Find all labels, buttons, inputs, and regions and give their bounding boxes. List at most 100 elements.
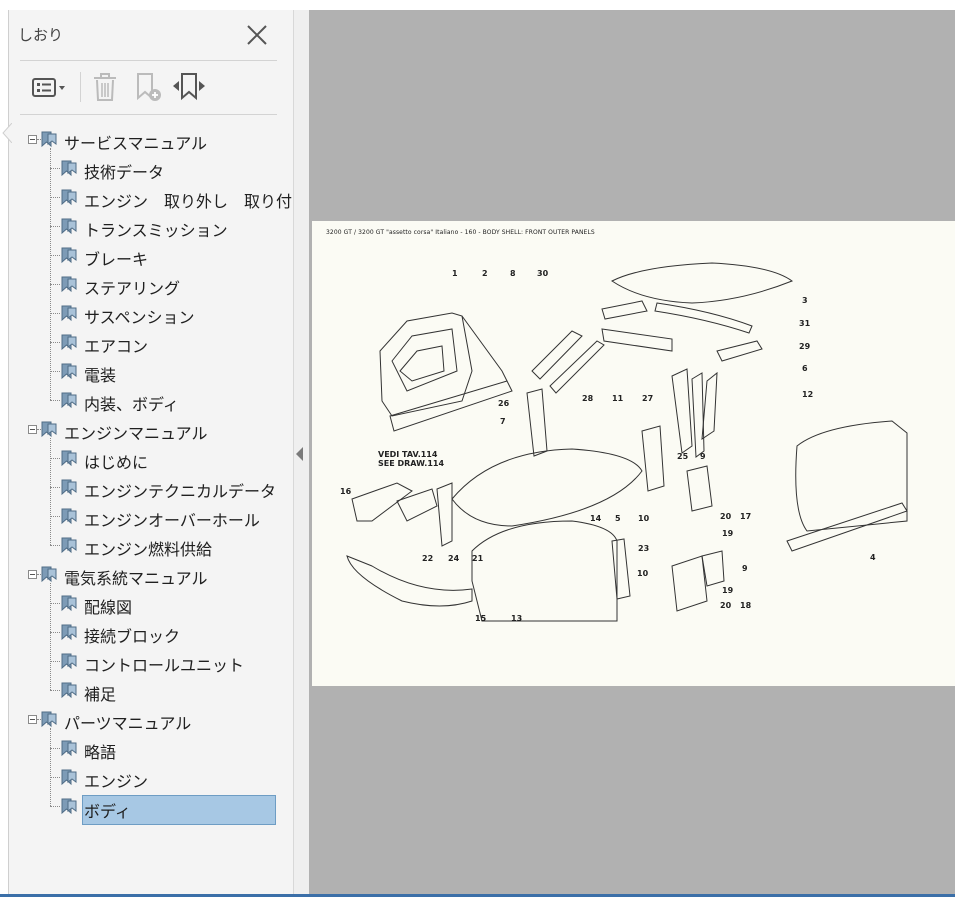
bookmark-label: 接続ブロック — [84, 627, 181, 646]
tree-connector — [50, 197, 60, 198]
toolbar-separator — [80, 72, 81, 102]
bookmark-label: エアコン — [84, 337, 149, 356]
bookmark-group[interactable]: エンジンマニュアル — [0, 416, 293, 443]
bookmark-label: エンジン — [84, 772, 149, 791]
collapse-toggle-icon[interactable] — [28, 135, 37, 144]
bookmark-label: ブレーキ — [84, 250, 149, 269]
bookmark-group[interactable]: パーツマニュアル — [0, 706, 293, 733]
header-divider — [20, 60, 277, 61]
collapse-toggle-icon[interactable] — [28, 425, 37, 434]
collapse-panel-icon[interactable] — [296, 447, 303, 461]
bookmark-icon — [41, 711, 57, 728]
options-list-icon[interactable] — [28, 68, 72, 106]
callout-30: 30 — [537, 269, 549, 278]
bookmark-label: エンジンテクニカルデータ — [84, 482, 277, 501]
hood-shape — [451, 448, 643, 527]
bookmark-item[interactable]: 電装 — [0, 358, 293, 385]
bookmark-item[interactable]: トランスミッション — [0, 213, 293, 240]
callout-27: 27 — [642, 394, 653, 403]
collapse-toggle-icon[interactable] — [28, 715, 37, 724]
tree-connector — [50, 545, 60, 546]
tree-connector — [50, 371, 60, 372]
bookmark-item[interactable]: ブレーキ — [0, 242, 293, 269]
bookmark-item[interactable]: 技術データ — [0, 155, 293, 182]
callout-10: 10 — [638, 514, 650, 523]
trash-icon[interactable] — [88, 68, 122, 106]
callout-24: 24 — [448, 554, 460, 563]
tree-connector — [50, 400, 60, 401]
tree-connector — [50, 255, 60, 256]
bookmark-icon — [61, 160, 77, 177]
expand-bookmark-icon[interactable] — [170, 68, 208, 106]
bookmark-item[interactable]: エンジンテクニカルデータ — [0, 474, 293, 501]
bookmark-icon — [61, 624, 77, 641]
bookmark-icon — [61, 334, 77, 351]
bookmark-item[interactable]: エンジン燃料供給 — [0, 532, 293, 559]
bookmark-item[interactable]: サスペンション — [0, 300, 293, 327]
callout-26: 26 — [498, 399, 510, 408]
bookmark-icon — [61, 305, 77, 322]
bookmark-group[interactable]: サービスマニュアル — [0, 126, 293, 153]
bookmark-label: 電装 — [84, 366, 117, 385]
bookmark-item[interactable]: コントロールユニット — [0, 648, 293, 675]
bookmark-item[interactable]: エンジン — [0, 764, 293, 791]
bookmark-icon — [61, 479, 77, 496]
callout-12: 12 — [802, 390, 813, 399]
callout-7: 7 — [500, 417, 506, 426]
callout-25: 25 — [677, 452, 689, 461]
callout-6: 6 — [802, 364, 808, 373]
callout-29: 29 — [799, 342, 811, 351]
roof-panel-shape — [611, 262, 794, 304]
tree-connector — [50, 690, 60, 691]
bookmark-item[interactable]: ステアリング — [0, 271, 293, 298]
bookmark-item[interactable]: エアコン — [0, 329, 293, 356]
callout-15: 15 — [475, 614, 487, 623]
callout-13: 13 — [511, 614, 522, 623]
bookmark-label: エンジンオーバーホール — [84, 511, 260, 530]
tree-connector — [50, 777, 60, 778]
tree-vertical-connector — [50, 438, 51, 545]
bookmark-label: 配線図 — [84, 598, 133, 617]
bookmark-item[interactable]: 内装、ボディ — [0, 387, 293, 414]
callout-20b: 20 — [720, 601, 732, 610]
bookmark-icon — [61, 508, 77, 525]
bookmark-label: 電気系統マニュアル — [64, 569, 208, 588]
tree-connector — [50, 661, 60, 662]
ref-note-line1: VEDI TAV.114 — [378, 450, 438, 459]
bookmark-icon — [61, 218, 77, 235]
bookmark-item[interactable]: 接続ブロック — [0, 619, 293, 646]
bookmark-item[interactable]: ボディ — [0, 793, 293, 825]
bookmark-label: エンジン 取り外し 取り付け — [84, 192, 309, 211]
close-icon[interactable] — [244, 22, 270, 48]
callout-9b: 9 — [742, 564, 748, 573]
callout-10b: 10 — [637, 569, 649, 578]
collapse-toggle-icon[interactable] — [28, 570, 37, 579]
tree-connector — [50, 748, 60, 749]
bookmark-icon — [61, 740, 77, 757]
bookmark-item[interactable]: 配線図 — [0, 590, 293, 617]
bookmark-icon — [61, 450, 77, 467]
bookmark-icon — [61, 276, 77, 293]
toolbar-divider — [20, 114, 277, 115]
bookmark-icon — [61, 189, 77, 206]
bookmark-group[interactable]: 電気系統マニュアル — [0, 561, 293, 588]
bookmark-item[interactable]: エンジン 取り外し 取り付け — [0, 184, 308, 211]
bookmark-icon — [61, 682, 77, 699]
callout-22: 22 — [422, 554, 433, 563]
bookmark-item[interactable]: はじめに — [0, 445, 293, 472]
tree-vertical-connector — [50, 148, 51, 400]
bookmark-icon — [41, 421, 57, 438]
bookmark-item[interactable]: エンジンオーバーホール — [0, 503, 293, 530]
tree-connector — [50, 284, 60, 285]
callout-19b: 19 — [722, 586, 734, 595]
callout-2: 2 — [482, 269, 488, 278]
callout-16: 16 — [340, 487, 352, 496]
callout-18: 18 — [740, 601, 752, 610]
bookmark-item[interactable]: 補足 — [0, 677, 293, 704]
bookmark-item[interactable]: 略語 — [0, 735, 293, 762]
callout-21: 21 — [472, 554, 484, 563]
callout-5: 5 — [615, 514, 621, 523]
bookmark-icon — [61, 537, 77, 554]
tree-connector — [50, 168, 60, 169]
add-bookmark-icon[interactable] — [130, 68, 166, 106]
